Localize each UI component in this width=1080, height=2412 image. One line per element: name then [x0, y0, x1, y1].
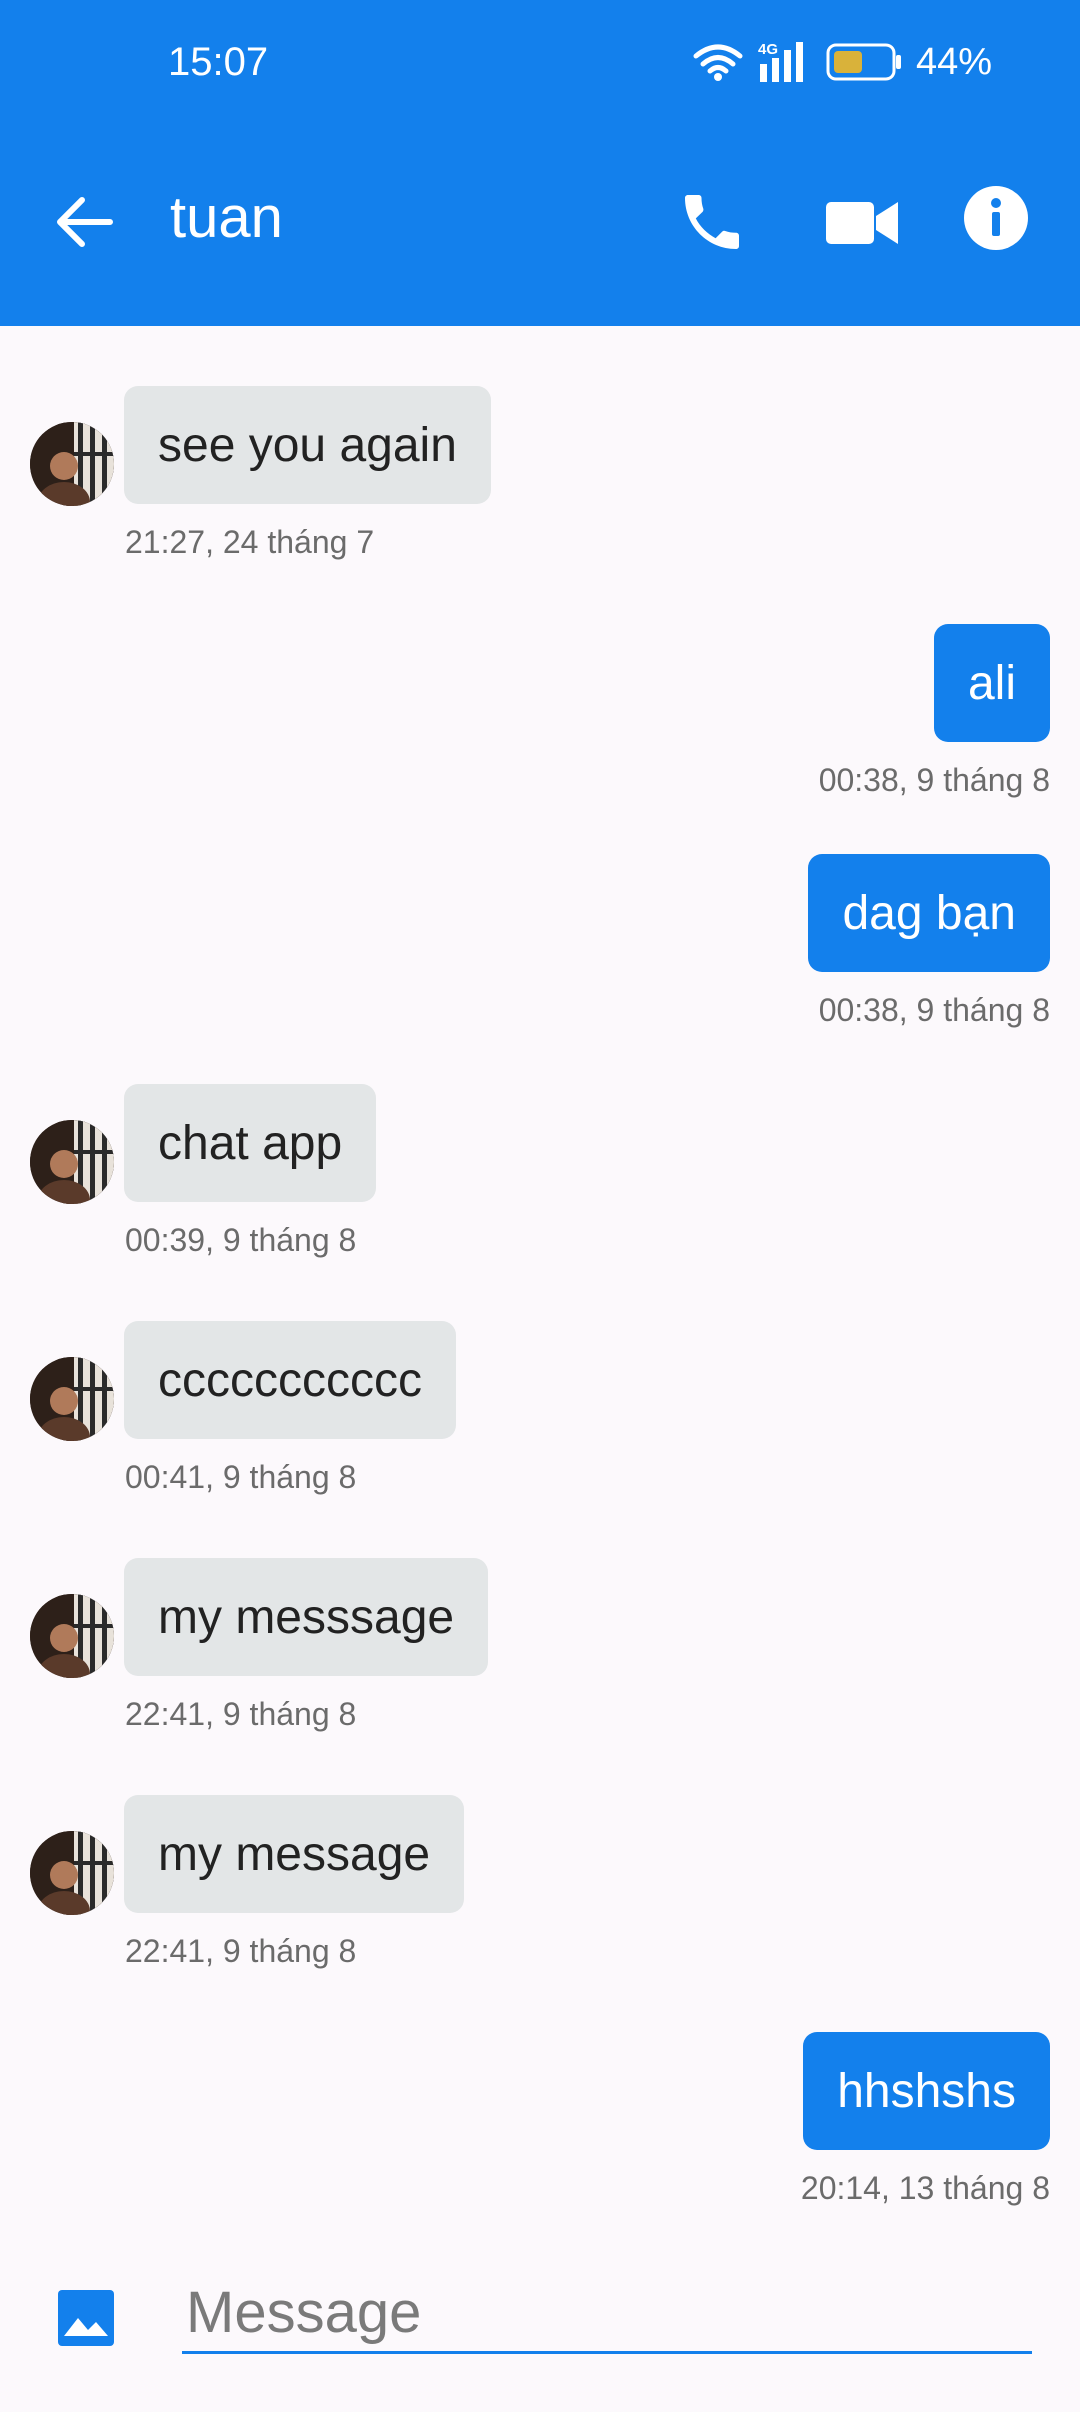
- wifi-icon: [693, 44, 743, 81]
- message-bubble[interactable]: hhshshs: [803, 2032, 1050, 2150]
- avatar[interactable]: [30, 1831, 114, 1915]
- avatar[interactable]: [30, 1357, 114, 1441]
- info-icon: [964, 186, 1028, 250]
- message-timestamp: 00:39, 9 tháng 8: [125, 1222, 357, 1258]
- avatar-image: [30, 1594, 114, 1678]
- avatar-image: [30, 422, 114, 506]
- message-timestamp: 21:27, 24 tháng 7: [125, 524, 375, 560]
- message-bubble[interactable]: dag bạn: [808, 854, 1050, 972]
- message-bubble[interactable]: see you again: [124, 386, 491, 504]
- avatar[interactable]: [30, 422, 114, 506]
- status-time: 15:07: [168, 40, 269, 84]
- gallery-button[interactable]: [56, 2288, 116, 2348]
- status-icons: 4G 44%: [692, 40, 992, 84]
- info-button[interactable]: [962, 184, 1030, 252]
- video-call-button[interactable]: [816, 188, 906, 258]
- contact-name: tuan: [170, 185, 283, 250]
- network-type: 4G: [758, 41, 778, 58]
- battery-icon: [826, 43, 901, 81]
- message-composer: [0, 2236, 1080, 2412]
- message-bubble[interactable]: ali: [933, 624, 1050, 742]
- phone-icon: [685, 195, 739, 249]
- message-timestamp: 00:38, 9 tháng 8: [818, 992, 1050, 1028]
- message-input[interactable]: [182, 2274, 1032, 2354]
- avatar-image: [30, 1120, 114, 1204]
- message-bubble[interactable]: my messsage: [124, 1558, 489, 1676]
- message-timestamp: 22:41, 9 tháng 8: [125, 1696, 357, 1732]
- call-button[interactable]: [676, 186, 748, 258]
- avatar[interactable]: [30, 1594, 114, 1678]
- message-timestamp: 20:14, 13 tháng 8: [800, 2170, 1050, 2206]
- arrow-left-icon: [57, 197, 113, 247]
- avatar-image: [30, 1831, 114, 1915]
- back-button[interactable]: [52, 190, 116, 254]
- message-timestamp: 00:38, 9 tháng 8: [818, 762, 1050, 798]
- message-timestamp: 22:41, 9 tháng 8: [125, 1933, 357, 1969]
- app-bar: tuan: [0, 140, 1080, 326]
- message-bubble[interactable]: ccccccccccc: [124, 1321, 456, 1439]
- message-list[interactable]: see you again 21:27, 24 tháng 7 ali 00:3…: [0, 326, 1080, 2236]
- signal-icon: 4G: [758, 41, 803, 82]
- status-bar: 15:07 4G 44%: [0, 0, 1080, 140]
- battery-percentage: 44%: [915, 40, 992, 83]
- avatar[interactable]: [30, 1120, 114, 1204]
- video-camera-icon: [826, 202, 898, 244]
- image-icon: [58, 2290, 114, 2346]
- message-timestamp: 00:41, 9 tháng 8: [125, 1459, 357, 1495]
- message-bubble[interactable]: chat app: [124, 1084, 377, 1202]
- avatar-image: [30, 1357, 114, 1441]
- message-bubble[interactable]: my message: [124, 1795, 465, 1913]
